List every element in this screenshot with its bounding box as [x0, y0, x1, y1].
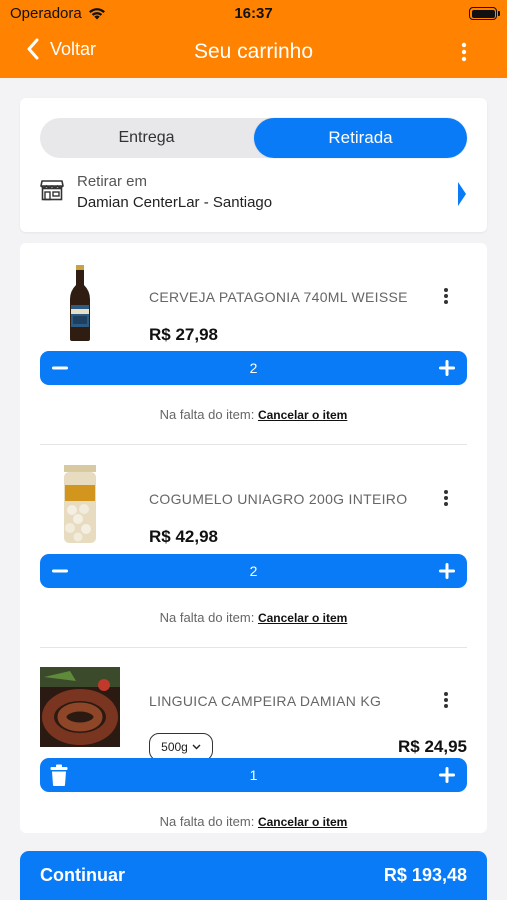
fallback-label: Na falta do item: — [159, 814, 255, 829]
fallback-option: Na falta do item: Cancelar o item — [40, 610, 467, 625]
delivery-mode-card: Entrega Retirada Retirar em Damian Cente… — [20, 98, 487, 232]
item-name: COGUMELO UNIAGRO 200G INTEIRO — [149, 491, 408, 507]
item-price: R$ 42,98 — [149, 527, 218, 546]
plus-icon[interactable] — [436, 357, 458, 379]
quantity-stepper: 2 — [40, 554, 467, 588]
fallback-label: Na falta do item: — [159, 610, 255, 625]
item-options-icon[interactable] — [443, 691, 449, 709]
cart-total: R$ 193,48 — [383, 865, 467, 885]
fallback-option: Na falta do item: Cancelar o item — [40, 814, 467, 829]
item-price: R$ 24,95 — [398, 737, 467, 756]
cart-items-card: CERVEJA PATAGONIA 740ML WEISSE R$ 27,98 … — [20, 243, 487, 833]
pickup-store-name: Damian CenterLar - Santiago — [77, 194, 273, 211]
delivery-mode-toggle: Entrega Retirada — [40, 118, 467, 158]
weight-value: 500g — [161, 740, 188, 754]
store-icon — [40, 180, 64, 201]
pickup-label: Retirar em — [77, 173, 148, 190]
fallback-action-link[interactable]: Cancelar o item — [258, 611, 347, 625]
quantity-stepper: 1 — [40, 758, 467, 792]
mushroom-jar-image — [64, 465, 96, 543]
divider — [40, 647, 467, 648]
fallback-action-link[interactable]: Cancelar o item — [258, 408, 347, 422]
beer-bottle-image — [70, 265, 90, 341]
nav-bar: Voltar Seu carrinho — [0, 28, 507, 78]
item-name: CERVEJA PATAGONIA 740ML WEISSE — [149, 289, 408, 305]
clock: 16:37 — [234, 5, 273, 22]
status-bar: Operadora 16:37 — [0, 0, 507, 28]
tab-entrega[interactable]: Entrega — [40, 118, 253, 158]
divider — [40, 444, 467, 445]
more-vertical-icon[interactable] — [461, 42, 467, 62]
quantity-value: 2 — [249, 360, 258, 376]
continue-button[interactable]: Continuar R$ 193,48 — [20, 851, 487, 900]
item-options-icon[interactable] — [443, 489, 449, 507]
battery-icon — [469, 7, 500, 20]
quantity-value: 2 — [249, 563, 258, 579]
continue-label: Continuar — [40, 865, 125, 885]
pickup-store-selector[interactable]: Retirar em Damian CenterLar - Santiago — [40, 173, 467, 219]
plus-icon[interactable] — [436, 764, 458, 786]
fallback-label: Na falta do item: — [159, 407, 255, 422]
item-name: LINGUICA CAMPEIRA DAMIAN KG — [149, 693, 382, 709]
weight-select[interactable]: 500g — [149, 733, 213, 761]
tab-retirada[interactable]: Retirada — [254, 118, 467, 158]
item-price: R$ 27,98 — [149, 325, 218, 344]
quantity-value: 1 — [249, 767, 258, 783]
page-title: Seu carrinho — [193, 40, 314, 63]
caret-right-icon — [458, 182, 466, 206]
item-options-icon[interactable] — [443, 287, 449, 305]
fallback-action-link[interactable]: Cancelar o item — [258, 815, 347, 829]
quantity-stepper: 2 — [40, 351, 467, 385]
fallback-option: Na falta do item: Cancelar o item — [40, 407, 467, 422]
sausage-image — [40, 667, 120, 747]
chevron-down-icon — [192, 744, 201, 750]
plus-icon[interactable] — [436, 560, 458, 582]
